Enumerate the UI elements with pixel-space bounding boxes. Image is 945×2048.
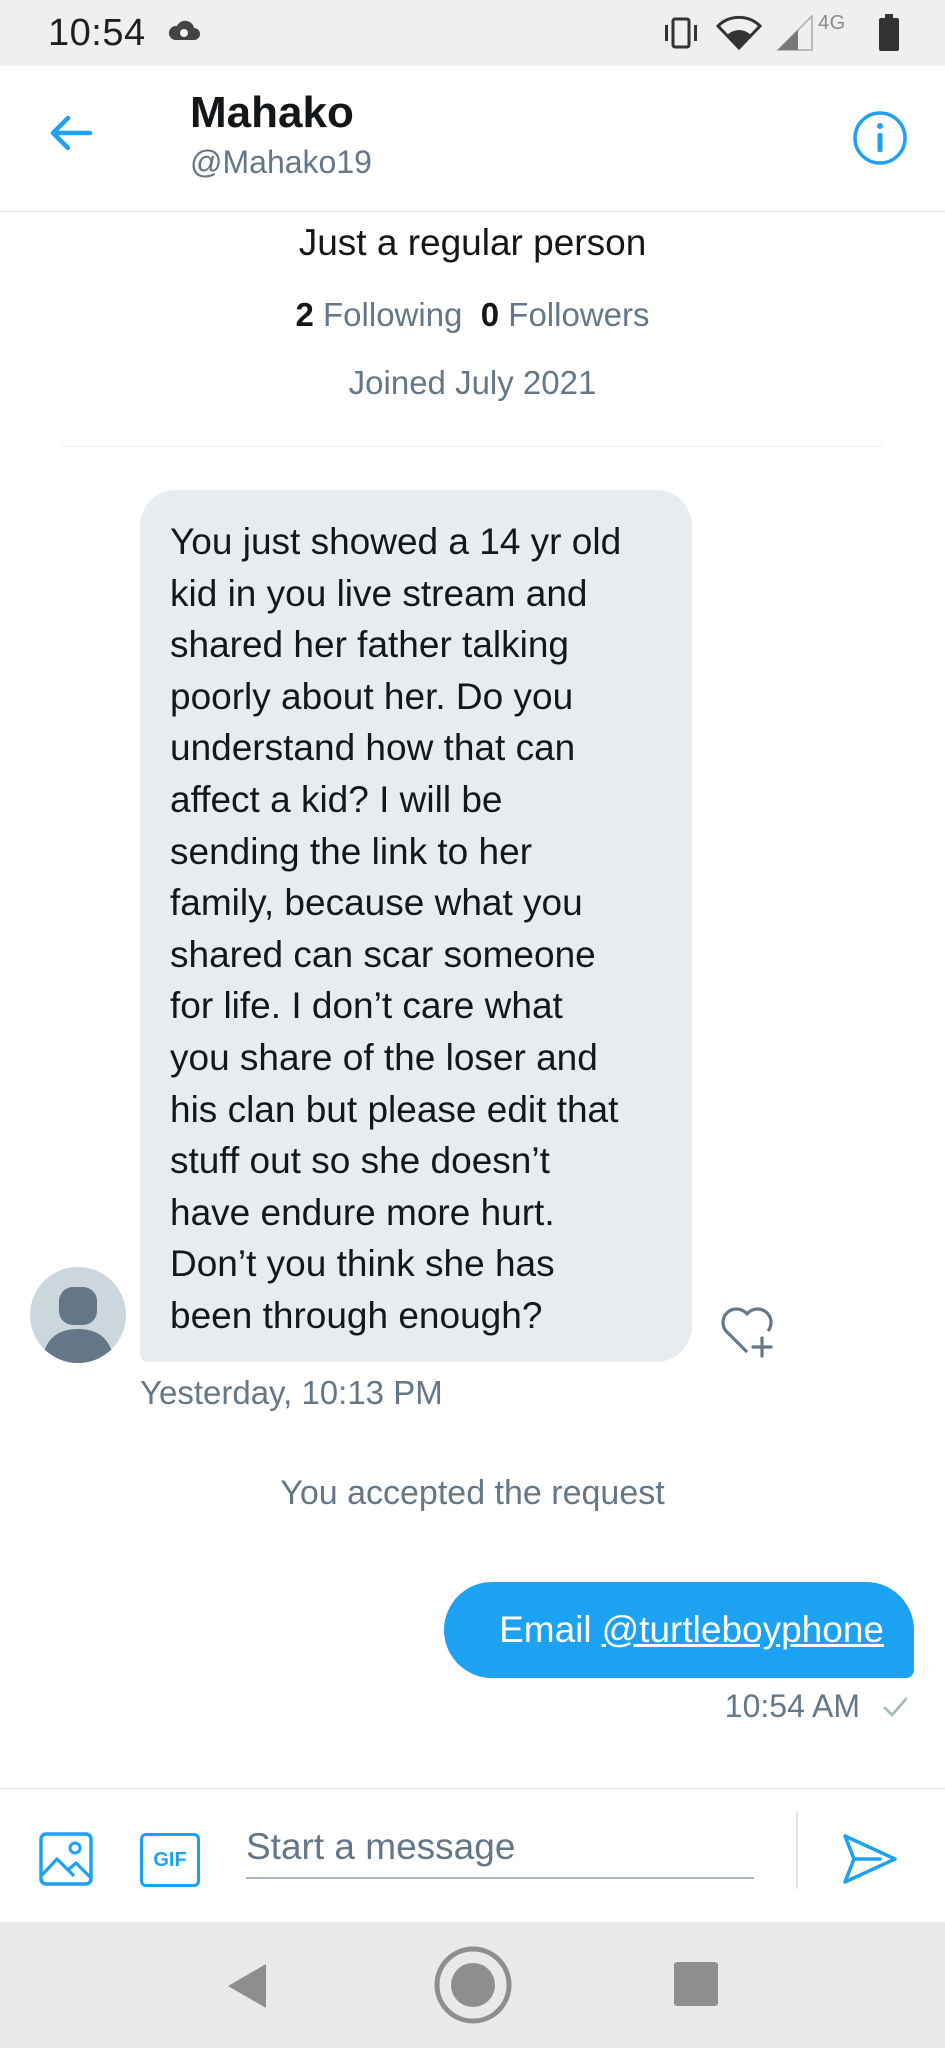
cloud-icon	[168, 20, 200, 40]
joined-date: Joined July 2021	[348, 364, 597, 401]
avatar[interactable]	[30, 1267, 126, 1363]
outgoing-message-text: Email	[499, 1609, 592, 1650]
info-icon[interactable]	[852, 110, 908, 166]
system-notice: You accepted the request	[280, 1474, 665, 1512]
status-bar: 10:54 4G	[0, 0, 945, 66]
status-time: 10:54	[48, 12, 146, 54]
outgoing-message-bubble[interactable]: Email @turtleboyphone	[444, 1582, 914, 1678]
profile-bio: Just a regular person	[298, 222, 647, 263]
divider	[62, 446, 882, 447]
nav-back-icon[interactable]	[222, 1958, 272, 2014]
following-count: 2	[295, 296, 314, 333]
network-type: 4G	[818, 12, 846, 34]
incoming-message-bubble[interactable]: You just showed a 14 yr old kid in you l…	[140, 490, 692, 1362]
followers-label: Followers	[508, 296, 650, 333]
contact-handle: @Mahako19	[190, 144, 372, 180]
followers-link[interactable]: 0 Followers	[481, 296, 650, 333]
message-input[interactable]	[246, 1817, 754, 1879]
wifi-icon	[716, 15, 762, 51]
back-arrow-icon[interactable]	[46, 108, 96, 158]
contact-name: Mahako	[190, 88, 354, 137]
incoming-timestamp: Yesterday, 10:13 PM	[140, 1374, 443, 1411]
outgoing-timestamp: 10:54 AM	[724, 1688, 860, 1724]
system-navigation-bar	[0, 1922, 945, 2048]
sent-check-icon	[883, 1697, 908, 1717]
image-icon[interactable]	[38, 1831, 94, 1887]
gif-button[interactable]: GIF	[140, 1833, 200, 1887]
battery-icon	[879, 14, 899, 51]
message-composer: GIF	[0, 1788, 945, 1922]
conversation-header: Mahako @Mahako19	[0, 66, 945, 212]
following-label: Following	[323, 296, 463, 333]
nav-recents-icon[interactable]	[674, 1962, 718, 2006]
mention-link[interactable]: @turtleboyphone	[602, 1609, 884, 1651]
signal-icon	[776, 14, 813, 51]
followers-count: 0	[480, 296, 500, 333]
send-icon[interactable]	[840, 1831, 900, 1887]
nav-home-icon[interactable]	[432, 1944, 514, 2026]
incoming-message-text: You just showed a 14 yr old kid in you l…	[170, 521, 622, 1336]
default-avatar-icon	[42, 1287, 114, 1363]
profile-stats: 2 Following 0 Followers	[0, 296, 945, 334]
heart-add-icon[interactable]	[716, 1300, 778, 1358]
vibrate-icon	[665, 17, 697, 49]
composer-divider	[796, 1811, 798, 1889]
following-link[interactable]: 2 Following	[295, 296, 462, 333]
